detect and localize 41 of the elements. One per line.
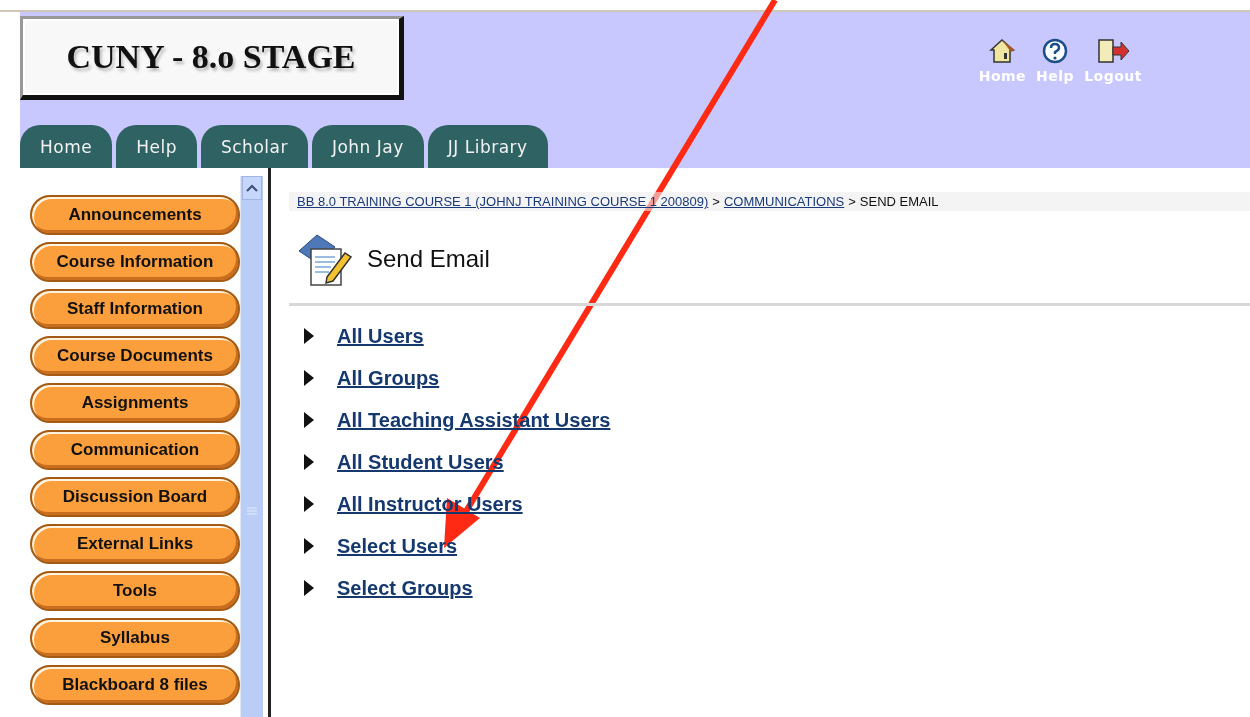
triangle-bullet-icon <box>303 495 315 513</box>
page-title: Send Email <box>367 245 490 273</box>
recipient-option-link[interactable]: Select Users <box>337 534 458 558</box>
course-menu-button[interactable]: Course Documents <box>30 336 240 376</box>
grip-icon <box>247 507 257 515</box>
triangle-bullet-icon <box>303 537 315 555</box>
course-menu-button[interactable]: Course Information <box>30 242 240 282</box>
course-menu-button[interactable]: Announcements <box>30 195 240 235</box>
recipient-option-link[interactable]: All Groups <box>337 366 440 390</box>
breadcrumb-separator: > <box>712 194 720 209</box>
nav-tab[interactable]: Scholar <box>200 125 308 168</box>
scroll-up-button[interactable] <box>242 176 262 200</box>
nav-tab[interactable]: Help <box>116 125 197 168</box>
course-menu-button[interactable]: Assignments <box>30 383 240 423</box>
help-icon <box>1042 38 1069 64</box>
course-menu-button[interactable]: Syllabus <box>30 618 240 658</box>
house-icon <box>987 38 1018 64</box>
triangle-bullet-icon <box>303 453 315 471</box>
course-menu-button[interactable]: Blackboard 8 files <box>30 665 240 705</box>
breadcrumb-link[interactable]: BB 8.0 TRAINING COURSE 1 (JOHNJ TRAINING COURSE 1 200809) <box>297 194 709 209</box>
triangle-bullet-icon <box>303 327 315 345</box>
nav-tab[interactable]: JJ Library <box>427 125 548 168</box>
nav-tab[interactable]: John Jay <box>311 125 424 168</box>
recipient-option-link[interactable]: Select Groups <box>337 576 473 600</box>
scrollbar[interactable] <box>240 176 263 717</box>
door-arrow-icon <box>1096 38 1131 64</box>
course-menu-button[interactable]: Staff Information <box>30 289 240 329</box>
nav-tab[interactable]: Home <box>20 125 113 168</box>
breadcrumb-link[interactable]: COMMUNICATIONS <box>723 194 845 209</box>
caret-up-icon <box>246 184 258 192</box>
course-menu-button[interactable]: Tools <box>30 571 240 611</box>
breadcrumb-separator: > <box>848 194 856 209</box>
course-menu-button[interactable]: Communication <box>30 430 240 470</box>
site-logo: CUNY - 8.o STAGE <box>20 16 404 100</box>
breadcrumb-current: SEND EMAIL <box>859 194 939 209</box>
triangle-bullet-icon <box>303 579 315 597</box>
recipient-option-link[interactable]: All Users <box>337 324 424 348</box>
triangle-bullet-icon <box>303 411 315 429</box>
triangle-bullet-icon <box>303 369 315 387</box>
course-menu-button[interactable]: External Links <box>30 524 240 564</box>
course-menu-button[interactable]: Discussion Board <box>30 477 240 517</box>
